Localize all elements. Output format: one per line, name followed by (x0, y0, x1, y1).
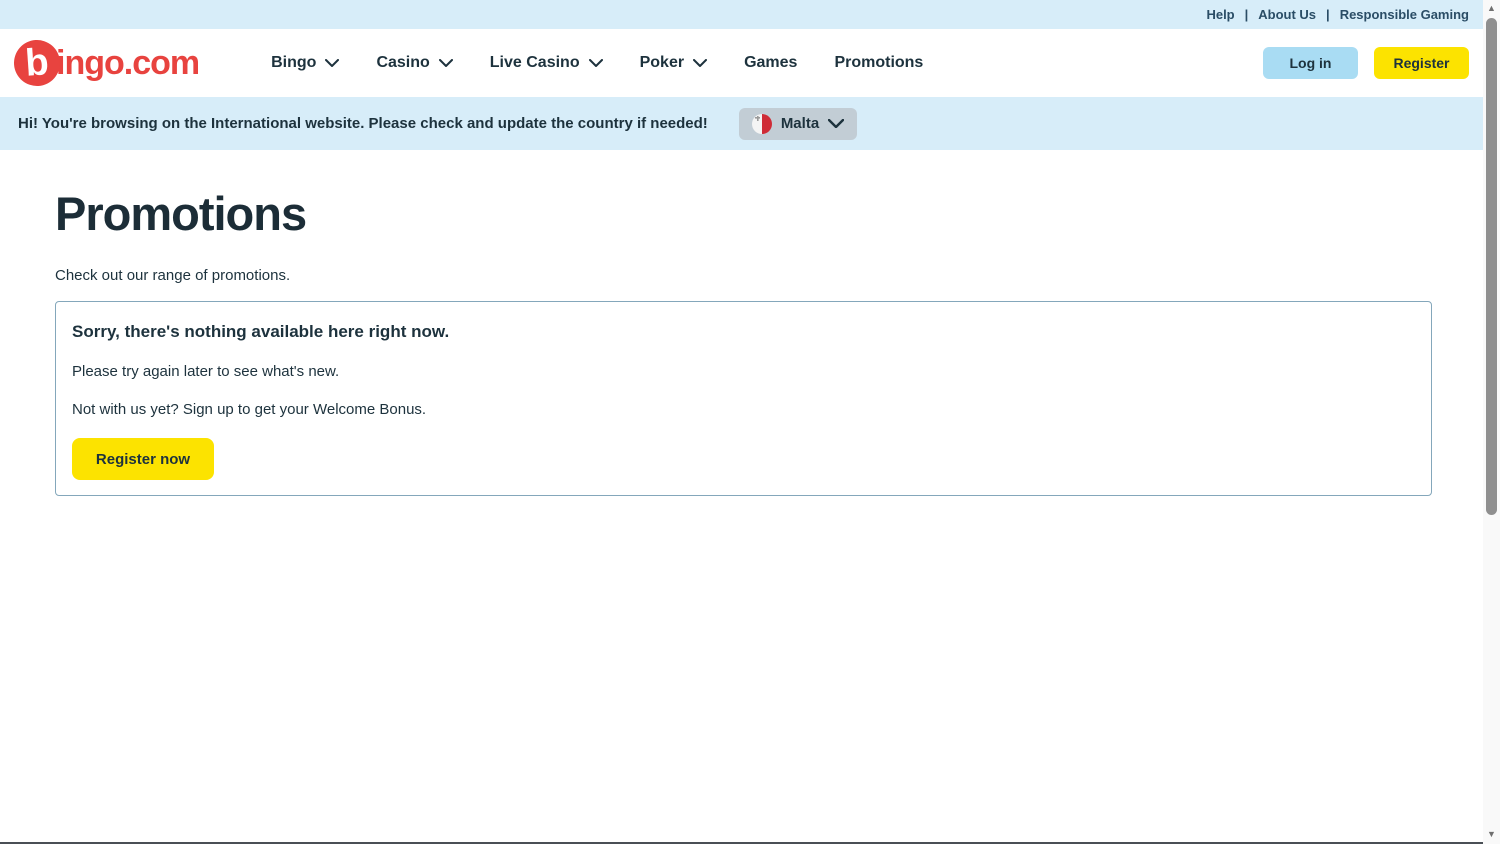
primary-nav: Bingo Casino Live Casino Poker Games Pro… (271, 54, 923, 72)
empty-state-title: Sorry, there's nothing available here ri… (72, 322, 1415, 342)
scroll-up-arrow-icon[interactable]: ▲ (1483, 0, 1500, 16)
nav-item-live-casino[interactable]: Live Casino (490, 54, 603, 72)
nav-label: Casino (376, 54, 429, 72)
link-separator: | (1326, 7, 1330, 22)
logo-text: ingo.com (56, 44, 199, 83)
logo-blob-icon: b (12, 38, 61, 87)
help-link[interactable]: Help (1206, 7, 1234, 22)
promotions-empty-state-card: Sorry, there's nothing available here ri… (55, 301, 1432, 496)
nav-label: Live Casino (490, 54, 580, 72)
main-content: Promotions Check out our range of promot… (0, 150, 1500, 496)
register-button[interactable]: Register (1374, 47, 1469, 79)
page-subtitle: Check out our range of promotions. (55, 267, 1432, 284)
register-now-button[interactable]: Register now (72, 438, 214, 480)
scrollbar-thumb[interactable] (1486, 18, 1497, 515)
nav-label: Promotions (834, 54, 923, 72)
malta-flag-icon (752, 114, 772, 134)
nav-label: Games (744, 54, 797, 72)
bingo-logo[interactable]: b ingo.com (14, 40, 199, 86)
chevron-down-icon (589, 59, 603, 67)
country-notice-bar: Hi! You're browsing on the International… (0, 97, 1500, 150)
vertical-scrollbar[interactable]: ▲ ▼ (1483, 0, 1500, 844)
chevron-down-icon (439, 59, 453, 67)
about-us-link[interactable]: About Us (1258, 7, 1316, 22)
chevron-down-icon (828, 119, 844, 128)
login-button[interactable]: Log in (1263, 47, 1358, 79)
nav-label: Bingo (271, 54, 316, 72)
utility-bar: Help | About Us | Responsible Gaming (0, 0, 1500, 29)
nav-item-promotions[interactable]: Promotions (834, 54, 923, 72)
chevron-down-icon (693, 59, 707, 67)
scroll-down-arrow-icon[interactable]: ▼ (1483, 826, 1500, 842)
nav-label: Poker (640, 54, 684, 72)
main-header: b ingo.com Bingo Casino Live Casino Poke… (0, 29, 1500, 97)
nav-item-bingo[interactable]: Bingo (271, 54, 339, 72)
chevron-down-icon (325, 59, 339, 67)
country-notice-text: Hi! You're browsing on the International… (18, 115, 708, 132)
nav-item-games[interactable]: Games (744, 54, 797, 72)
empty-state-line1: Please try again later to see what's new… (72, 363, 1415, 380)
page-title: Promotions (55, 186, 1432, 241)
country-selector-label: Malta (781, 115, 819, 132)
empty-state-line2: Not with us yet? Sign up to get your Wel… (72, 401, 1415, 418)
link-separator: | (1245, 7, 1249, 22)
auth-buttons: Log in Register (1263, 47, 1469, 79)
nav-item-casino[interactable]: Casino (376, 54, 452, 72)
nav-item-poker[interactable]: Poker (640, 54, 707, 72)
country-selector[interactable]: Malta (739, 108, 857, 140)
responsible-gaming-link[interactable]: Responsible Gaming (1340, 7, 1469, 22)
